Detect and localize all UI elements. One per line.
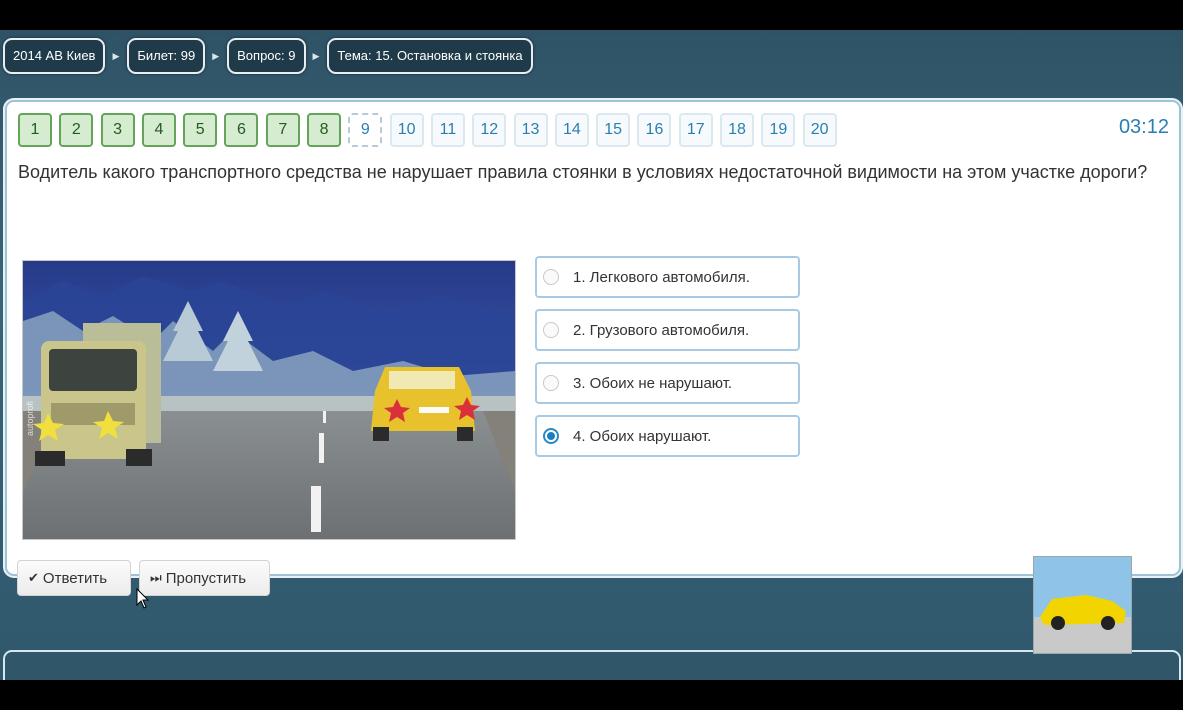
bottom-panel — [3, 650, 1181, 680]
question-nav-item[interactable]: 1 — [18, 113, 52, 147]
question-text: Водитель какого транспортного средства н… — [18, 162, 1148, 182]
answer-label: 3. Обоих не нарушают. — [573, 374, 733, 392]
breadcrumb: 2014 АВ Киев ▶ Билет: 99 ▶ Вопрос: 9 ▶ Т… — [3, 38, 533, 74]
skip-button-label: Пропустить — [165, 569, 247, 587]
answer-label: 4. Обоих нарушают. — [573, 427, 712, 445]
answer-button[interactable]: ✔ Ответить — [17, 560, 131, 596]
question-panel: 1 2 3 4 5 6 7 8 9 10 11 12 13 14 15 16 17 18 19 20 03:12 Во… — [5, 100, 1181, 596]
question-nav-item[interactable]: 8 — [307, 113, 342, 147]
question-nav-item[interactable]: 18 — [720, 113, 755, 147]
breadcrumb-question[interactable]: Вопрос: 9 — [227, 38, 306, 74]
question-nav-item[interactable]: 15 — [596, 113, 631, 147]
question-nav-item[interactable]: 6 — [224, 113, 259, 147]
illustration-watermark: autoprofi — [25, 401, 35, 436]
answer-radio[interactable] — [543, 375, 559, 391]
overlay-thumbnail — [1033, 556, 1132, 654]
question-nav-item[interactable]: 17 — [678, 113, 713, 147]
question-nav-item[interactable]: 4 — [141, 113, 176, 147]
breadcrumb-ticket[interactable]: Билет: 99 — [127, 38, 206, 74]
question-nav-item[interactable]: 12 — [472, 113, 507, 147]
app-background: 2014 АВ Киев ▶ Билет: 99 ▶ Вопрос: 9 ▶ Т… — [0, 30, 1183, 680]
answer-radio[interactable] — [543, 428, 559, 444]
answer-radio[interactable] — [543, 322, 559, 338]
question-nav-item[interactable]: 14 — [554, 113, 589, 147]
skip-button[interactable]: ⏭ Пропустить — [139, 560, 270, 596]
answer-option[interactable]: 3. Обоих не нарушают. — [535, 362, 800, 404]
answer-option[interactable]: 4. Обоих нарушают. — [535, 415, 800, 457]
answer-label: 1. Легкового автомобиля. — [573, 268, 750, 286]
breadcrumb-exam[interactable]: 2014 АВ Киев — [3, 38, 106, 74]
answer-option[interactable]: 2. Грузового автомобиля. — [535, 309, 800, 351]
question-nav-item[interactable]: 11 — [430, 113, 465, 147]
question-nav-item[interactable]: 7 — [265, 113, 300, 147]
question-nav-item[interactable]: 19 — [761, 113, 796, 147]
question-nav-item[interactable]: 13 — [513, 113, 548, 147]
question-illustration: autoprofi — [22, 260, 516, 540]
answer-options: 1. Легкового автомобиля. 2. Грузового авт… — [535, 256, 800, 468]
breadcrumb-separator-icon: ▶ — [112, 50, 120, 61]
check-icon: ✔ — [28, 570, 39, 585]
question-nav-item[interactable]: 16 — [637, 113, 672, 147]
skip-forward-icon: ⏭ — [150, 570, 162, 585]
timer: 03:12 — [1118, 116, 1169, 138]
question-nav-item[interactable]: 9 — [348, 113, 383, 147]
breadcrumb-topic[interactable]: Тема: 15. Остановка и стоянка — [327, 38, 533, 74]
question-nav-item[interactable]: 20 — [802, 113, 837, 147]
breadcrumb-separator-icon: ▶ — [312, 50, 320, 61]
question-nav-item[interactable]: 2 — [59, 113, 94, 147]
mouse-cursor-icon — [136, 588, 150, 609]
answer-button-label: Ответить — [42, 569, 108, 587]
answer-radio[interactable] — [543, 269, 559, 285]
question-nav-item[interactable]: 10 — [389, 113, 424, 147]
answer-label: 2. Грузового автомобиля. — [573, 321, 750, 339]
breadcrumb-separator-icon: ▶ — [212, 50, 220, 61]
question-navigation: 1 2 3 4 5 6 7 8 9 10 11 12 13 14 15 16 17 18 19 20 — [18, 113, 844, 147]
question-nav-item[interactable]: 5 — [183, 113, 218, 147]
question-nav-item[interactable]: 3 — [100, 113, 135, 147]
letterbox-bar — [0, 680, 1183, 710]
answer-option[interactable]: 1. Легкового автомобиля. — [535, 256, 800, 298]
